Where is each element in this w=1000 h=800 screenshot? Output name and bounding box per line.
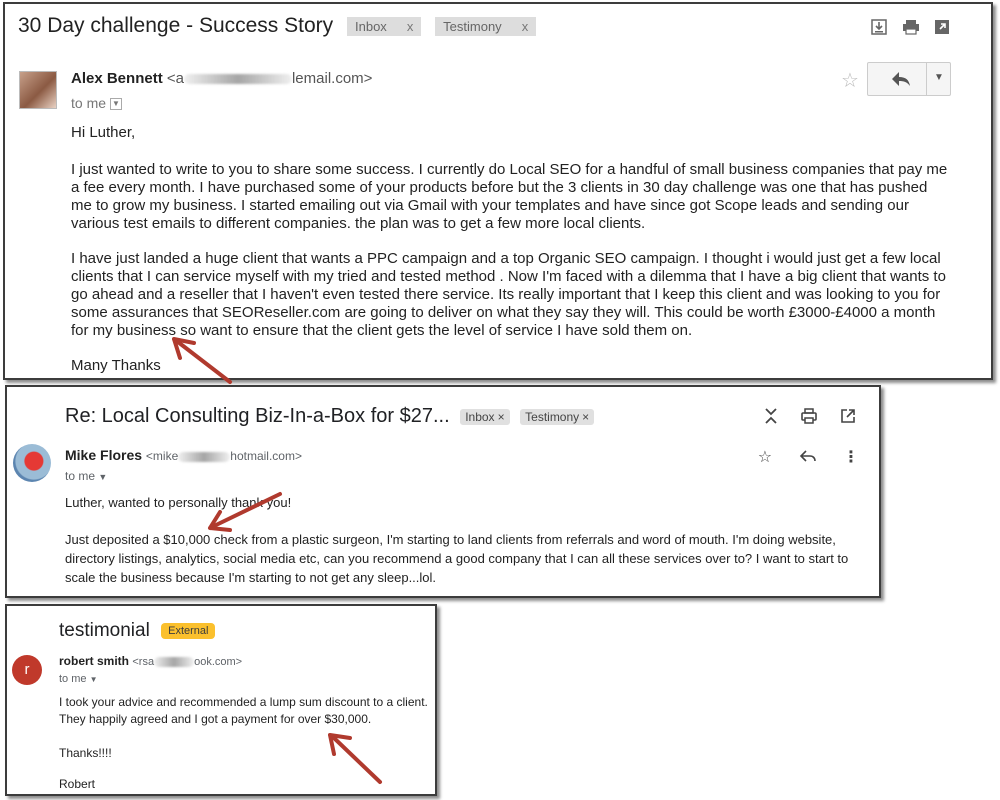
chevron-down-icon[interactable]: ▼ <box>98 472 107 482</box>
chevron-down-icon[interactable]: ▼ <box>90 675 98 684</box>
redacted-blur <box>183 74 292 85</box>
sender-email: <a lemail.com> <box>166 70 373 87</box>
annotation-arrow <box>172 337 232 384</box>
sender-line: Alex Bennett <a lemail.com> <box>71 70 372 87</box>
email-paragraph: I took your advice and recommended a lum… <box>59 695 428 709</box>
reply-button[interactable]: ▼ <box>867 62 951 96</box>
download-icon[interactable] <box>870 18 888 36</box>
open-in-new-icon[interactable] <box>933 18 951 36</box>
label-remove-icon[interactable]: x <box>522 19 529 34</box>
print-icon[interactable] <box>800 407 818 425</box>
email-paragraph: Luther, wanted to personally thank you! <box>65 495 292 510</box>
label-remove-icon[interactable]: x <box>407 19 414 34</box>
divider <box>926 63 927 95</box>
label-inbox[interactable]: Inbox × <box>460 408 510 425</box>
recipient-line[interactable]: to me ▼ <box>65 469 107 483</box>
annotation-arrow <box>208 492 282 532</box>
recipient-line[interactable]: to me ▼ <box>71 95 123 111</box>
email-paragraph: They happily agreed and I got a payment … <box>59 712 372 726</box>
avatar[interactable]: r <box>12 655 42 685</box>
email-paragraph: I just wanted to write to you to share s… <box>71 161 948 232</box>
sender-line: robert smith <rsa ook.com> <box>59 654 242 668</box>
thread-toolbar <box>870 18 951 36</box>
label-testimony[interactable]: Testimony × <box>520 408 595 425</box>
email-card-alex-bennett: 30 Day challenge - Success Story Inbox x … <box>3 2 993 380</box>
chevron-down-icon[interactable]: ▼ <box>934 72 944 83</box>
label-remove-icon[interactable]: × <box>582 410 589 424</box>
reply-icon[interactable] <box>890 69 912 89</box>
recipient-line[interactable]: to me ▼ <box>59 673 98 685</box>
chevron-down-icon[interactable]: ▼ <box>110 98 123 111</box>
label-inbox[interactable]: Inbox x <box>347 16 422 36</box>
sender-email: <rsa ook.com> <box>132 656 243 668</box>
sender-name[interactable]: Alex Bennett <box>71 70 163 87</box>
email-greeting: Hi Luther, <box>71 124 136 141</box>
star-icon[interactable]: ☆ <box>841 68 859 93</box>
sender-name[interactable]: robert smith <box>59 654 129 668</box>
sender-line: Mike Flores <mike hotmail.com> <box>65 447 302 463</box>
label-remove-icon[interactable]: × <box>498 410 505 424</box>
sender-email: <mike hotmail.com> <box>145 449 302 463</box>
email-paragraph: I have just landed a huge client that wa… <box>71 250 946 339</box>
print-icon[interactable] <box>901 18 921 36</box>
label-testimony[interactable]: Testimony x <box>435 16 537 36</box>
star-icon[interactable]: ☆ <box>758 449 772 466</box>
avatar[interactable] <box>19 71 57 109</box>
email-subject: testimonial External <box>59 620 216 642</box>
reply-icon[interactable] <box>799 448 817 464</box>
redacted-blur <box>154 657 195 668</box>
redacted-blur <box>178 451 231 462</box>
email-card-mike-flores: Re: Local Consulting Biz-In-a-Box for $2… <box>5 385 881 598</box>
more-vert-icon[interactable]: ⋮ <box>843 449 859 466</box>
annotation-arrow <box>328 733 382 784</box>
email-subject: Re: Local Consulting Biz-In-a-Box for $2… <box>65 405 595 428</box>
avatar[interactable] <box>13 444 51 482</box>
thread-toolbar <box>762 405 857 425</box>
sender-name[interactable]: Mike Flores <box>65 447 142 463</box>
collapse-icon[interactable] <box>762 407 780 425</box>
email-paragraph: Just deposited a $10,000 check from a pl… <box>65 532 849 585</box>
external-badge: External <box>161 622 216 639</box>
open-in-new-icon[interactable] <box>839 407 857 425</box>
email-subject: 30 Day challenge - Success Story Inbox x … <box>18 14 537 38</box>
message-actions: ☆ ⋮ <box>758 447 859 467</box>
